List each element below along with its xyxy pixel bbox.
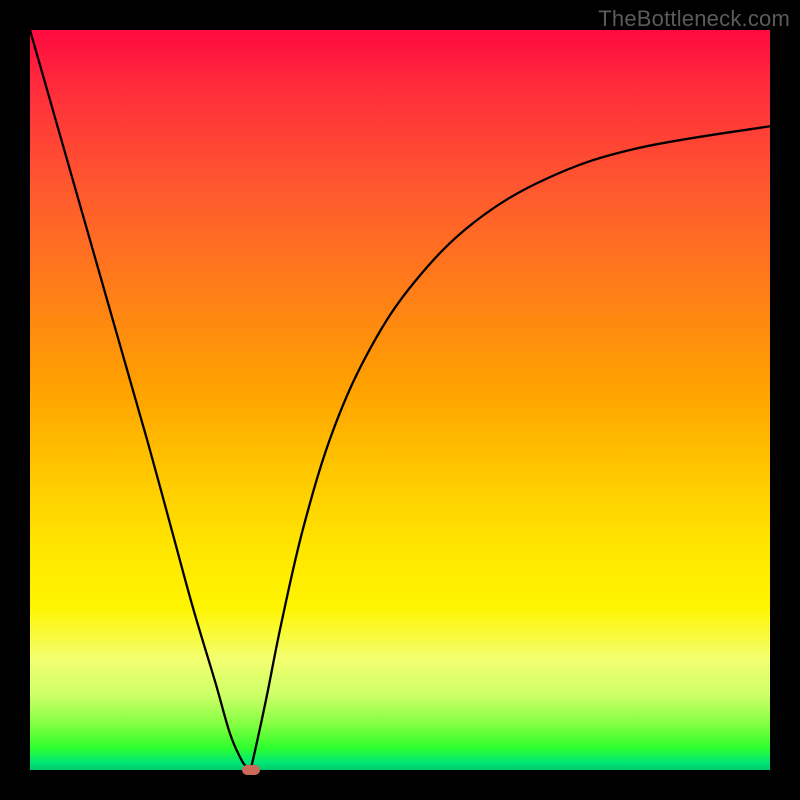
- curve-right-branch: [251, 126, 770, 770]
- chart-frame: TheBottleneck.com: [0, 0, 800, 800]
- watermark-text: TheBottleneck.com: [598, 6, 790, 32]
- curve-layer: [30, 30, 770, 770]
- minimum-marker: [242, 765, 260, 775]
- plot-area: [30, 30, 770, 770]
- curve-left-branch: [30, 30, 251, 770]
